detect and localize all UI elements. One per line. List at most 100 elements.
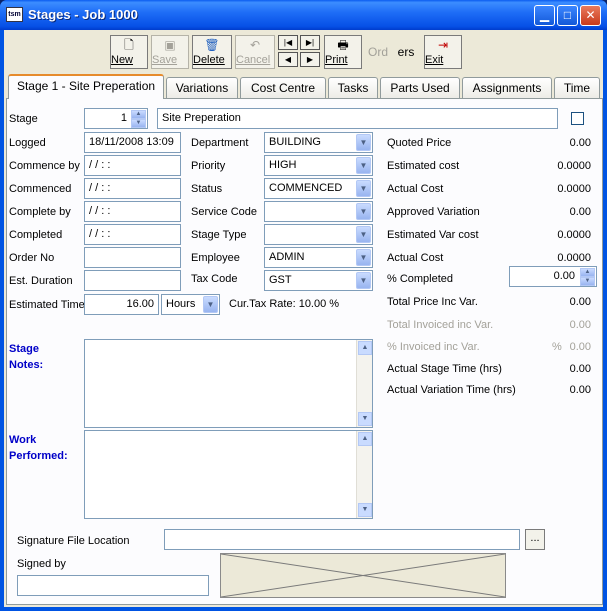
service-code-select[interactable]: ▼ bbox=[264, 201, 373, 222]
signature-file-label: Signature File Location bbox=[17, 535, 130, 547]
estimated-cost-value: 0.0000 bbox=[557, 160, 591, 172]
stage-number-spinner[interactable]: 1 ▲ ▼ bbox=[84, 108, 148, 129]
stages-window: tsm Stages - Job 1000 ▁ □ ✕ 🗋 New ▣ Save… bbox=[0, 0, 607, 611]
window-title: Stages - Job 1000 bbox=[28, 7, 138, 22]
chevron-down-icon[interactable]: ▼ bbox=[356, 272, 371, 289]
chevron-down-icon[interactable]: ▼ bbox=[356, 157, 371, 174]
chevron-down-icon[interactable]: ▼ bbox=[356, 134, 371, 151]
employee-select[interactable]: ADMIN ▼ bbox=[264, 247, 373, 268]
commenced-label: Commenced bbox=[9, 183, 72, 195]
work-performed-textarea[interactable]: ▲ ▼ bbox=[84, 430, 373, 519]
signed-by-label: Signed by bbox=[17, 558, 66, 570]
actual-stage-time-value: 0.00 bbox=[569, 363, 591, 375]
commenced-input[interactable]: / / : : bbox=[84, 178, 181, 199]
print-button[interactable]: 🖶 Print bbox=[324, 35, 362, 69]
department-select[interactable]: BUILDING ▼ bbox=[264, 132, 373, 153]
tab-assignments[interactable]: Assignments bbox=[462, 77, 552, 99]
status-select[interactable]: COMMENCED ▼ bbox=[264, 178, 373, 199]
browse-button[interactable]: ... bbox=[525, 529, 545, 550]
actual-var-time-label: Actual Variation Time (hrs) bbox=[387, 384, 516, 396]
completed-input[interactable]: / / : : bbox=[84, 224, 181, 245]
pct-completed-spinner[interactable]: 0.00 ▲ ▼ bbox=[509, 266, 597, 287]
spin-up-icon[interactable]: ▲ bbox=[580, 268, 595, 277]
app-icon: tsm bbox=[6, 7, 23, 22]
new-document-icon: 🗋 bbox=[124, 38, 134, 52]
time-unit-select[interactable]: Hours ▼ bbox=[161, 294, 220, 315]
tax-code-select[interactable]: GST ▼ bbox=[264, 270, 373, 291]
exit-door-icon: ⇥ bbox=[437, 38, 449, 52]
estimated-time-input[interactable]: 16.00 bbox=[84, 294, 159, 315]
last-record-button[interactable]: ▶| bbox=[300, 35, 320, 50]
scroll-up-icon[interactable]: ▲ bbox=[358, 341, 372, 355]
spin-down-icon[interactable]: ▼ bbox=[580, 277, 595, 286]
tab-time[interactable]: Time bbox=[554, 77, 600, 99]
stage-notes-textarea[interactable]: ▲ ▼ bbox=[84, 339, 373, 428]
chevron-down-icon[interactable]: ▼ bbox=[356, 226, 371, 243]
scroll-down-icon[interactable]: ▼ bbox=[358, 503, 372, 517]
spin-down-icon[interactable]: ▼ bbox=[131, 119, 146, 128]
minimize-button[interactable]: ▁ bbox=[534, 5, 555, 26]
stage-panel: Stage 1 ▲ ▼ Site Preperation Logged Comm… bbox=[6, 98, 603, 605]
pct-invoiced-value: 0.00 bbox=[569, 341, 591, 353]
save-button[interactable]: ▣ Save bbox=[151, 35, 189, 69]
new-button[interactable]: 🗋 New bbox=[110, 35, 148, 69]
tab-parts-used[interactable]: Parts Used bbox=[380, 77, 460, 99]
tax-code-label: Tax Code bbox=[191, 273, 238, 285]
undo-icon: ↶ bbox=[249, 38, 261, 52]
logged-input[interactable]: 18/11/2008 13:09 bbox=[84, 132, 181, 153]
estimated-time-label: Estimated Time bbox=[9, 299, 85, 311]
save-disk-icon: ▣ bbox=[164, 38, 176, 52]
tab-strip: Stage 1 - Site Preperation Variations Co… bbox=[6, 74, 603, 99]
chevron-down-icon[interactable]: ▼ bbox=[356, 180, 371, 197]
stage-name-input[interactable]: Site Preperation bbox=[157, 108, 558, 129]
signature-image bbox=[220, 553, 506, 598]
quoted-price-label: Quoted Price bbox=[387, 137, 452, 149]
tab-variations[interactable]: Variations bbox=[166, 77, 238, 99]
complete-by-label: Complete by bbox=[9, 206, 71, 218]
cur-tax-rate-label: Cur.Tax Rate: 10.00 % bbox=[229, 298, 340, 310]
title-bar[interactable]: tsm Stages - Job 1000 ▁ □ ✕ bbox=[0, 0, 607, 30]
est-duration-input[interactable] bbox=[84, 270, 181, 291]
exit-button[interactable]: ⇥ Exit bbox=[424, 35, 462, 69]
stage-notes-scrollbar[interactable]: ▲ ▼ bbox=[356, 340, 372, 427]
scroll-up-icon[interactable]: ▲ bbox=[358, 432, 372, 446]
orders-button-disabled[interactable]: Ord bbox=[365, 35, 391, 69]
completed-label: Completed bbox=[9, 229, 63, 241]
est-duration-label: Est. Duration bbox=[9, 275, 73, 287]
signature-file-input[interactable] bbox=[164, 529, 520, 550]
logged-label: Logged bbox=[9, 137, 46, 149]
stage-type-select[interactable]: ▼ bbox=[264, 224, 373, 245]
delete-button[interactable]: 🗑 Delete bbox=[192, 35, 232, 69]
total-invoiced-value: 0.00 bbox=[569, 319, 591, 331]
tab-cost-centre[interactable]: Cost Centre bbox=[240, 77, 326, 99]
tab-stage[interactable]: Stage 1 - Site Preperation bbox=[8, 74, 164, 99]
stage-checkbox[interactable] bbox=[571, 112, 584, 125]
tab-tasks[interactable]: Tasks bbox=[328, 77, 378, 99]
prev-record-button[interactable]: ◀ bbox=[278, 52, 298, 67]
stage-type-label: Stage Type bbox=[191, 229, 247, 241]
chevron-down-icon[interactable]: ▼ bbox=[203, 296, 218, 313]
total-price-label: Total Price Inc Var. bbox=[387, 296, 478, 308]
actual-var-time-value: 0.00 bbox=[569, 384, 591, 396]
priority-label: Priority bbox=[191, 160, 226, 172]
commence-by-input[interactable]: / / : : bbox=[84, 155, 181, 176]
cancel-button[interactable]: ↶ Cancel bbox=[235, 35, 275, 69]
close-button[interactable]: ✕ bbox=[580, 5, 601, 26]
orders-button[interactable]: ers bbox=[391, 35, 421, 69]
signed-by-input[interactable] bbox=[17, 575, 209, 596]
status-label: Status bbox=[191, 183, 223, 195]
commence-by-label: Commence by bbox=[9, 160, 80, 172]
priority-select[interactable]: HIGH ▼ bbox=[264, 155, 373, 176]
chevron-down-icon[interactable]: ▼ bbox=[356, 203, 371, 220]
spin-up-icon[interactable]: ▲ bbox=[131, 110, 146, 119]
department-label: Department bbox=[191, 137, 249, 149]
complete-by-input[interactable]: / / : : bbox=[84, 201, 181, 222]
order-no-input[interactable] bbox=[84, 247, 181, 268]
chevron-down-icon[interactable]: ▼ bbox=[356, 249, 371, 266]
scroll-down-icon[interactable]: ▼ bbox=[358, 412, 372, 426]
work-performed-scrollbar[interactable]: ▲ ▼ bbox=[356, 431, 372, 518]
next-record-button[interactable]: ▶ bbox=[300, 52, 320, 67]
maximize-button[interactable]: □ bbox=[557, 5, 578, 26]
actual-cost2-value: 0.0000 bbox=[557, 252, 591, 264]
first-record-button[interactable]: |◀ bbox=[278, 35, 298, 50]
